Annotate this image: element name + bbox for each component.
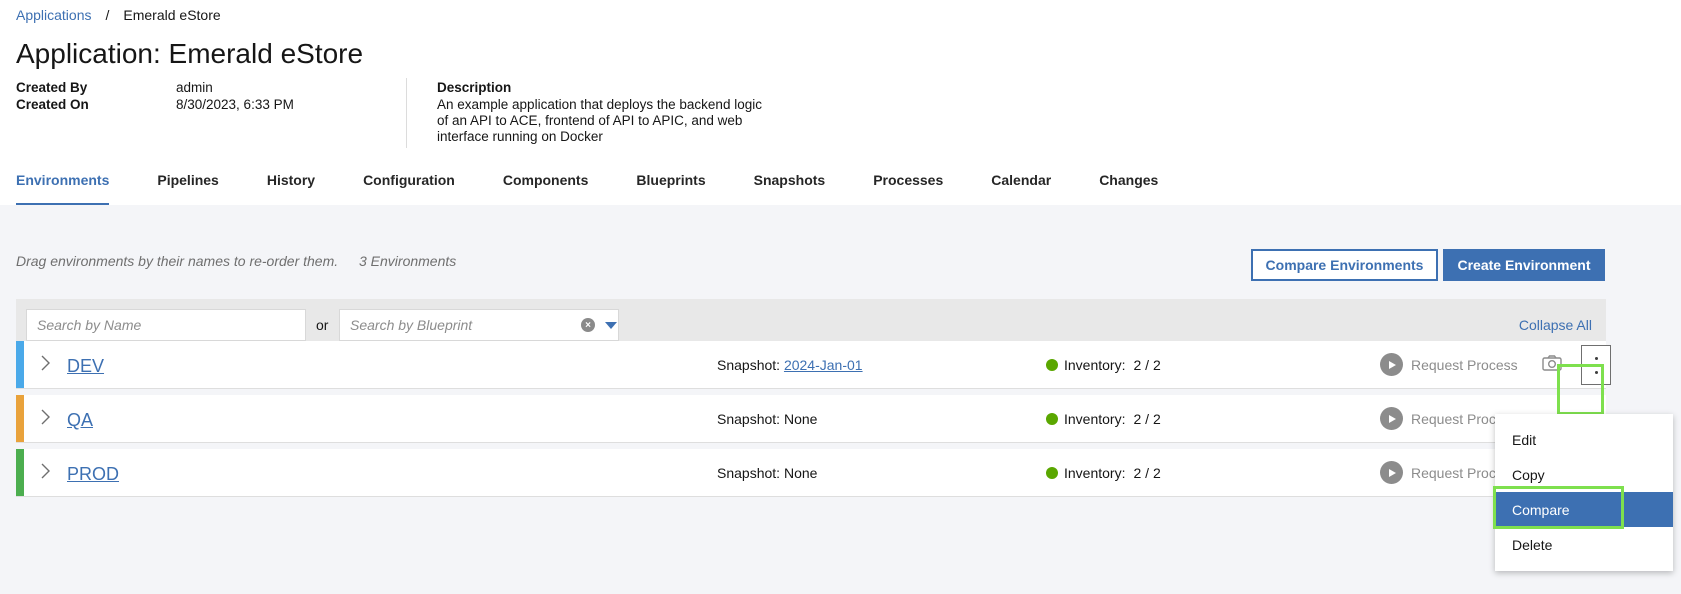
breadcrumb-applications-link[interactable]: Applications [16, 7, 92, 23]
snapshot-label: Snapshot: [717, 465, 781, 481]
tab-bar: Environments Pipelines History Configura… [16, 162, 1206, 205]
tab-processes[interactable]: Processes [873, 162, 943, 205]
play-icon [1380, 353, 1403, 376]
tab-blueprints[interactable]: Blueprints [636, 162, 705, 205]
menu-item-compare[interactable]: Compare [1495, 492, 1673, 527]
environment-name-link[interactable]: DEV [67, 356, 104, 377]
status-ok-icon [1046, 359, 1058, 371]
snapshot-info: Snapshot: None [717, 411, 817, 427]
dot [1594, 356, 1598, 360]
environment-row-prod: PROD Snapshot: None Inventory: 2 / 2 Req… [16, 449, 1606, 497]
environment-count: 3 Environments [359, 253, 457, 269]
inventory-value: 2 / 2 [1133, 357, 1161, 373]
status-ok-icon [1046, 413, 1058, 425]
reorder-hint: Drag environments by their names to re-o… [16, 253, 339, 269]
environment-name-link[interactable]: PROD [67, 464, 119, 485]
menu-item-delete[interactable]: Delete [1495, 527, 1673, 562]
snapshot-info: Snapshot: 2024-Jan-01 [717, 357, 863, 373]
metadata-divider [406, 78, 407, 148]
request-process-label: Request Process [1411, 356, 1518, 373]
snapshot-link[interactable]: 2024-Jan-01 [784, 357, 863, 373]
menu-item-edit[interactable]: Edit [1495, 422, 1673, 457]
app-metadata: Created By admin Created On 8/30/2023, 6… [16, 80, 396, 112]
snapshot-value: None [783, 411, 818, 427]
caret-down-icon[interactable] [605, 322, 617, 329]
inventory-value: 2 / 2 [1133, 411, 1161, 427]
search-by-name-input[interactable]: Search by Name [26, 309, 306, 341]
description-block: Description An example application that … [437, 80, 767, 145]
snapshot-value: None [783, 465, 818, 481]
overflow-menu: Edit Copy Compare Delete [1495, 414, 1673, 571]
description-text: An example application that deploys the … [437, 97, 762, 144]
breadcrumb-current: Emerald eStore [123, 7, 221, 23]
tab-history[interactable]: History [267, 162, 315, 205]
search-by-blueprint-input[interactable]: Search by Blueprint [339, 309, 619, 341]
inventory-status: Inventory: 2 / 2 [1046, 465, 1161, 481]
play-icon [1380, 407, 1403, 430]
environment-color-bar [16, 395, 24, 442]
chevron-right-icon[interactable] [40, 409, 54, 425]
page-title: Application: Emerald eStore [16, 38, 364, 69]
collapse-all-link[interactable]: Collapse All [1519, 317, 1592, 333]
created-by-label: Created By [16, 80, 88, 95]
inventory-status: Inventory: 2 / 2 [1046, 357, 1161, 373]
snapshot-info: Snapshot: None [717, 465, 817, 481]
breadcrumb: Applications / Emerald eStore [16, 7, 221, 23]
created-by-value: admin [176, 80, 213, 95]
description-label: Description [437, 80, 512, 95]
inventory-status: Inventory: 2 / 2 [1046, 411, 1161, 427]
tab-calendar[interactable]: Calendar [991, 162, 1051, 205]
environment-color-bar [16, 449, 24, 496]
dot [1594, 370, 1598, 374]
tab-changes[interactable]: Changes [1099, 162, 1158, 205]
tab-pipelines[interactable]: Pipelines [157, 162, 218, 205]
tab-environments[interactable]: Environments [16, 162, 110, 205]
chevron-right-icon[interactable] [40, 463, 54, 479]
overflow-menu-button[interactable] [1581, 345, 1611, 385]
inventory-label: Inventory: [1064, 465, 1126, 481]
inventory-label: Inventory: [1064, 357, 1126, 373]
created-on-label: Created On [16, 97, 89, 112]
chevron-right-icon[interactable] [40, 355, 54, 371]
or-label: or [316, 317, 329, 333]
inventory-label: Inventory: [1064, 411, 1126, 427]
tab-components[interactable]: Components [503, 162, 589, 205]
environment-name-link[interactable]: QA [67, 410, 93, 431]
request-process-button[interactable]: Request Process [1380, 353, 1518, 376]
created-on-value: 8/30/2023, 6:33 PM [176, 97, 294, 112]
create-environment-button[interactable]: Create Environment [1443, 249, 1605, 281]
compare-environments-button[interactable]: Compare Environments [1251, 249, 1438, 281]
dot [1594, 363, 1598, 367]
status-ok-icon [1046, 467, 1058, 479]
tab-configuration[interactable]: Configuration [363, 162, 455, 205]
snapshot-label: Snapshot: [717, 411, 781, 427]
menu-item-copy[interactable]: Copy [1495, 457, 1673, 492]
breadcrumb-separator: / [105, 7, 110, 23]
tab-snapshots[interactable]: Snapshots [754, 162, 826, 205]
play-icon [1380, 461, 1403, 484]
inventory-value: 2 / 2 [1133, 465, 1161, 481]
snapshot-label: Snapshot: [717, 357, 781, 373]
environment-color-bar [16, 341, 24, 388]
environment-row-dev: DEV Snapshot: 2024-Jan-01 Inventory: 2 /… [16, 341, 1611, 389]
camera-icon[interactable] [1542, 355, 1562, 374]
environment-row-qa: QA Snapshot: None Inventory: 2 / 2 Reque… [16, 395, 1606, 443]
clear-icon[interactable]: × [581, 318, 595, 332]
